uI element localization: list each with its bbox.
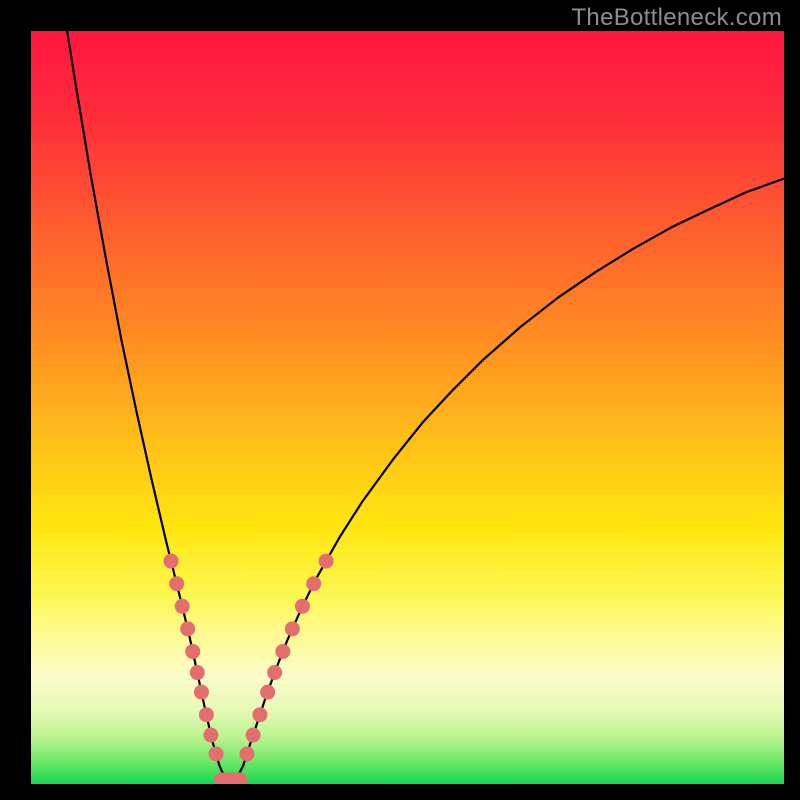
watermark-text: TheBottleneck.com (571, 4, 782, 32)
curve-markers (31, 31, 784, 784)
chart-plot-area (31, 31, 784, 784)
